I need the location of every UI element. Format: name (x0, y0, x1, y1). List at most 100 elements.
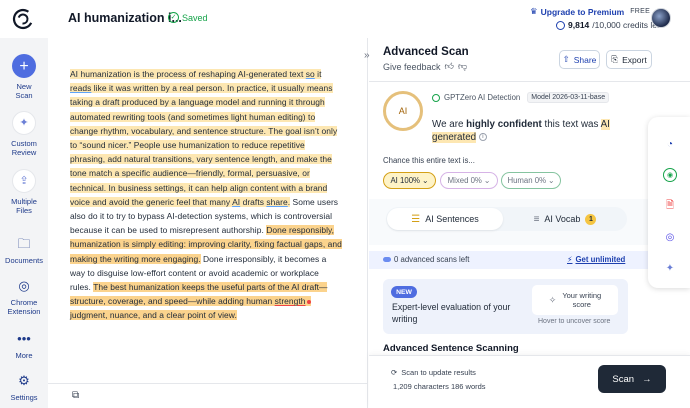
sparkle-icon: ✦ (12, 111, 36, 135)
detector-name: GPTZero AI Detection (444, 93, 521, 102)
sidebar-item-label: Multiple (11, 197, 37, 206)
sparkle-tool-icon[interactable]: ✦ (663, 261, 677, 275)
flagged-word[interactable]: share (266, 197, 287, 207)
tab-ai-sentences[interactable]: ☰ AI Sentences (387, 208, 503, 230)
score-card-text: Your writing score (562, 291, 601, 309)
collapse-panel-icon[interactable]: » (364, 50, 370, 61)
gptzero-tool-icon[interactable]: ◔ (663, 137, 677, 151)
sidebar-item-more[interactable]: ••• More (0, 332, 48, 360)
gptzero-logo-icon[interactable] (12, 8, 34, 30)
human-percent-pill[interactable]: Human 0% ⌄ (501, 172, 561, 189)
export-button[interactable]: ⎘ Export (606, 50, 652, 69)
grammar-dot-icon[interactable] (306, 300, 311, 305)
share-label: Share (573, 54, 597, 65)
scan-button-label: Scan (612, 373, 635, 385)
sidebar-item-label: New (16, 82, 32, 91)
advanced-sentence-heading: Advanced Sentence Scanning (383, 343, 519, 354)
upload-icon: ⇪ (12, 169, 36, 193)
sidebar-item-new-scan[interactable]: + New Scan (0, 54, 48, 100)
editor-text-run: AI humanization is the process of reshap… (70, 69, 306, 79)
gptzero-icon (432, 93, 440, 102)
mixed-percent-pill[interactable]: Mixed 0% ⌄ (440, 172, 498, 189)
refresh-icon: ⟳ (391, 368, 398, 377)
saved-status: ✓ Saved (168, 12, 208, 23)
export-icon: ⎘ (611, 54, 619, 64)
text-editor[interactable]: AI humanization is the process of reshap… (48, 38, 368, 383)
model-badge: Model 2026-03-11-base (527, 92, 610, 103)
pdf-file-icon[interactable]: 🗎 (663, 199, 677, 213)
pill-label: Mixed 0% (447, 176, 482, 185)
credits-counter: 9,814/10,000 credits left (556, 20, 662, 30)
chrome-icon: ◎ (18, 278, 30, 293)
copy-icon[interactable]: ⧉ (72, 390, 79, 401)
sidebar-item-label: Custom (11, 139, 37, 148)
app-window: AI humanization i... ✓ Saved ♛ Upgrade t… (0, 0, 690, 408)
advanced-scans-count: 0 advanced scans left (383, 255, 469, 264)
share-button[interactable]: ⇧ Share (559, 50, 600, 69)
sidebar-item-label: Review (11, 148, 37, 157)
thumbs-down-icon[interactable]: 👎︎ (458, 61, 467, 72)
feedback-row: Give feedback 👍︎ 👎︎ (383, 61, 467, 72)
flagged-word[interactable]: AI (232, 197, 240, 207)
saved-label: Saved (182, 12, 208, 23)
user-avatar[interactable] (651, 8, 671, 28)
score-card-line: score (572, 300, 591, 309)
sidebar-item-multiple-files[interactable]: ⇪ Multiple Files (0, 169, 48, 215)
scan-button[interactable]: Scan → (598, 365, 666, 393)
new-badge: NEW (391, 286, 417, 298)
editor-footer: ⧉ (48, 383, 368, 408)
gear-icon: ⚙ (18, 373, 30, 388)
document-title[interactable]: AI humanization i... (68, 11, 182, 25)
folder-icon: 🗀 (17, 236, 31, 251)
upgrade-link[interactable]: ♛ Upgrade to Premium FREE (530, 6, 650, 17)
get-unlimited-label: Get unlimited (575, 255, 626, 264)
tab-label: AI Sentences (425, 214, 479, 224)
editor-content[interactable]: AI humanization is the process of reshap… (70, 67, 342, 323)
verdict-run: We are (432, 119, 467, 130)
verdict-text: We are highly confident this text was AI… (432, 118, 622, 144)
editor-text-run: judgment, nuance, and a clear point of v… (70, 310, 237, 321)
upgrade-label: Upgrade to Premium (540, 6, 625, 17)
sidebar-item-label: More (15, 351, 33, 360)
crown-icon: ♛ (530, 6, 538, 16)
thumbs-up-icon[interactable]: 👍︎ (445, 61, 454, 72)
ai-percent-pill[interactable]: AI 100% ⌄ (383, 172, 436, 189)
ai-sentence-highlight[interactable]: AI humanization is the process of reshap… (70, 69, 338, 207)
sidebar-item-label: Settings (10, 393, 38, 402)
sidebar-item-label: Documents (5, 256, 43, 265)
detector-tool-icon[interactable]: ◉ (663, 168, 677, 182)
score-card-line: Your writing (562, 291, 602, 300)
sidebar-item-chrome-extension[interactable]: ◎ Chrome Extension (0, 278, 48, 316)
spelling-flag[interactable]: strength (275, 296, 306, 306)
editor-text-run: it (314, 69, 322, 79)
writing-score-card[interactable]: ✧ Your writing score (532, 285, 618, 315)
get-unlimited-link[interactable]: ⚡︎ Get unlimited (567, 255, 625, 264)
character-count: 1,209 characters 186 words (393, 382, 486, 391)
bolt-icon: ⚡︎ (567, 255, 573, 264)
tab-ai-vocab[interactable]: ≡ AI Vocab 1 (505, 208, 625, 230)
editor-text-run: drafts (240, 196, 267, 207)
tab-label: AI Vocab (544, 214, 581, 224)
sidebar-item-custom-review[interactable]: ✦ Custom Review (0, 111, 48, 157)
editor-text-run: like it was written by a real person. In… (70, 83, 338, 207)
flagged-word[interactable]: so (306, 69, 315, 79)
scans-indicator-icon (383, 257, 391, 262)
ai-sentence-highlight[interactable]: The best humanization keeps the useful p… (70, 282, 328, 321)
panel-title: Advanced Scan (383, 46, 469, 58)
promo-text: Expert-level evaluation of your writing (392, 302, 511, 324)
sidebar-item-settings[interactable]: ⚙ Settings (0, 373, 48, 402)
sidebar-item-label: Chrome (10, 298, 38, 307)
flagged-word[interactable]: reads (70, 83, 91, 93)
credits-used: 9,814 (568, 20, 590, 30)
fingerprint-icon[interactable]: ◎ (663, 230, 677, 244)
hover-hint: Hover to uncover score (538, 318, 611, 325)
sidebar-item-label: Files (16, 206, 32, 215)
scan-hint-label: Scan to update results (401, 368, 476, 377)
chevron-down-icon: ⌄ (483, 176, 491, 185)
sidebar-item-documents[interactable]: 🗀 Documents (0, 236, 48, 265)
info-icon[interactable]: i (478, 133, 487, 142)
export-label: Export (622, 54, 647, 65)
pill-label: Human 0% (507, 176, 547, 185)
verdict-confidence: highly confident (466, 119, 542, 130)
pill-label: AI 100% (390, 176, 420, 185)
